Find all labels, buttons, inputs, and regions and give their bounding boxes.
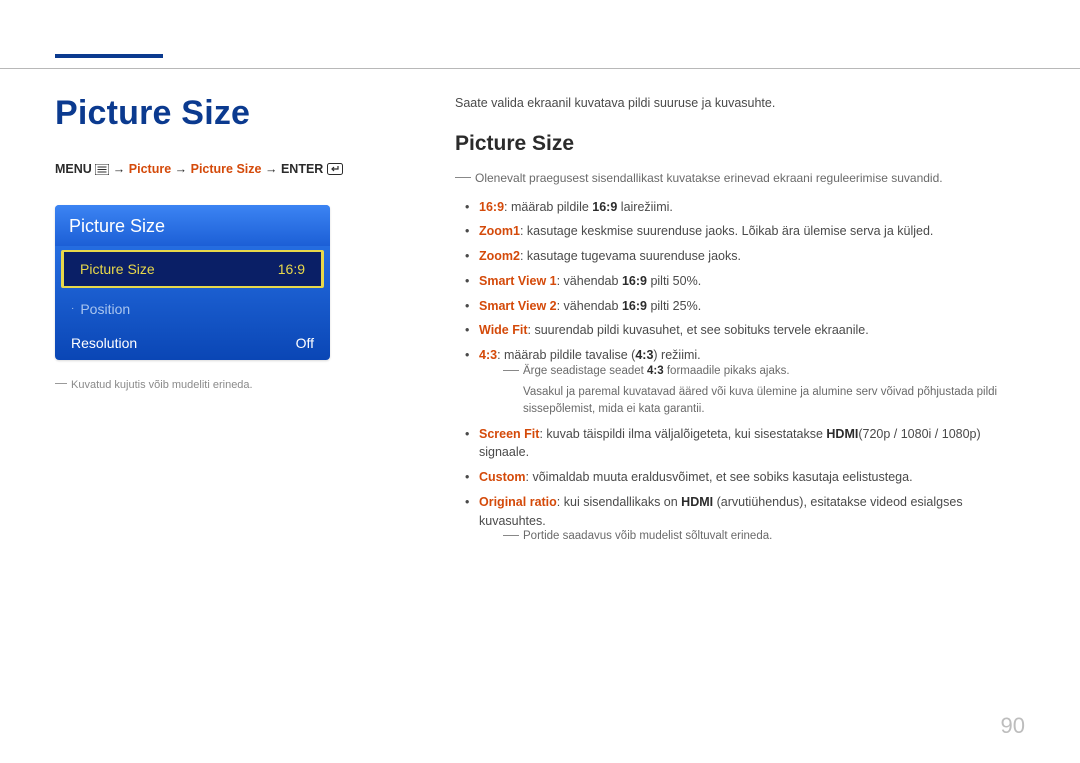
list-item: Smart View 2: vähendab 16:9 pilti 25%. [479,297,1025,316]
breadcrumb-arrow: → [113,162,129,176]
option-list: 16:9: määrab pildile 16:9 lairežiimi. Zo… [455,198,1025,546]
content-columns: Picture Size MENU → Picture → Picture Si… [55,94,1025,552]
enter-icon [327,163,343,181]
option-key: Original ratio [479,495,557,509]
breadcrumb-arrow: → [175,162,191,176]
panel-row-label: · Position [71,301,130,317]
top-rule [0,68,1080,69]
figure-caption: Kuvatud kujutis võib mudeliti erineda. [55,378,370,393]
panel-row-value: Off [296,335,314,351]
panel-row-label: Picture Size [80,261,155,277]
page-number: 90 [1001,713,1025,739]
option-key: Smart View 2 [479,299,557,313]
breadcrumb-arrow: → [265,162,281,176]
panel-row-label-text: Position [80,301,130,317]
breadcrumb-enter: ENTER [281,162,323,176]
intro-text: Saate valida ekraanil kuvatava pildi suu… [455,94,1025,112]
list-item: Original ratio: kui sisendallikaks on HD… [479,493,1025,546]
section-marker [55,54,163,58]
note-sub-plain: Vasakul ja paremal kuvatavad ääred või k… [479,384,1025,419]
note-text: Olenevalt praegusest sisendallikast kuva… [455,170,1025,187]
dot-icon: · [71,304,74,314]
panel-row-value: 16:9 [278,261,305,277]
list-item: Smart View 1: vähendab 16:9 pilti 50%. [479,272,1025,291]
breadcrumb: MENU → Picture → Picture Size → ENTER [55,161,370,181]
panel-row-picture-size[interactable]: Picture Size 16:9 [61,250,324,288]
breadcrumb-item: Picture Size [191,162,262,176]
list-item: Custom: võimaldab muuta eraldusvõimet, e… [479,468,1025,487]
section-heading: Picture Size [455,132,1025,156]
menu-icon [95,163,109,181]
option-key: 16:9 [479,200,504,214]
list-item: Zoom2: kasutage tugevama suurenduse jaok… [479,247,1025,266]
breadcrumb-menu: MENU [55,162,92,176]
breadcrumb-item: Picture [129,162,171,176]
panel-title: Picture Size [55,205,330,246]
list-item: Zoom1: kasutage keskmise suurenduse jaok… [479,222,1025,241]
option-key: Custom [479,470,526,484]
settings-panel: Picture Size Picture Size 16:9 · Positio… [55,205,330,360]
list-item: 4:3: määrab pildile tavalise (4:3) režii… [479,346,1025,419]
left-column: Picture Size MENU → Picture → Picture Si… [55,94,370,552]
option-key: Wide Fit [479,323,528,337]
list-item: 16:9: määrab pildile 16:9 lairežiimi. [479,198,1025,217]
note-sub: Portide saadavus võib mudelist sõltuvalt… [479,528,1025,545]
option-key: Smart View 1 [479,274,557,288]
option-key: Screen Fit [479,427,539,441]
option-key: 4:3 [479,348,497,362]
panel-row-position[interactable]: · Position [55,292,330,326]
page: Picture Size MENU → Picture → Picture Si… [0,0,1080,763]
panel-row-resolution[interactable]: Resolution Off [55,326,330,360]
list-item: Wide Fit: suurendab pildi kuvasuhet, et … [479,321,1025,340]
option-key: Zoom1 [479,224,520,238]
note-sub: Ärge seadistage seadet 4:3 formaadile pi… [479,363,1025,380]
option-key: Zoom2 [479,249,520,263]
right-column: Saate valida ekraanil kuvatava pildi suu… [370,94,1025,552]
page-title: Picture Size [55,94,370,133]
panel-row-label: Resolution [71,335,137,351]
list-item: Screen Fit: kuvab täispildi ilma väljalõ… [479,425,1025,463]
